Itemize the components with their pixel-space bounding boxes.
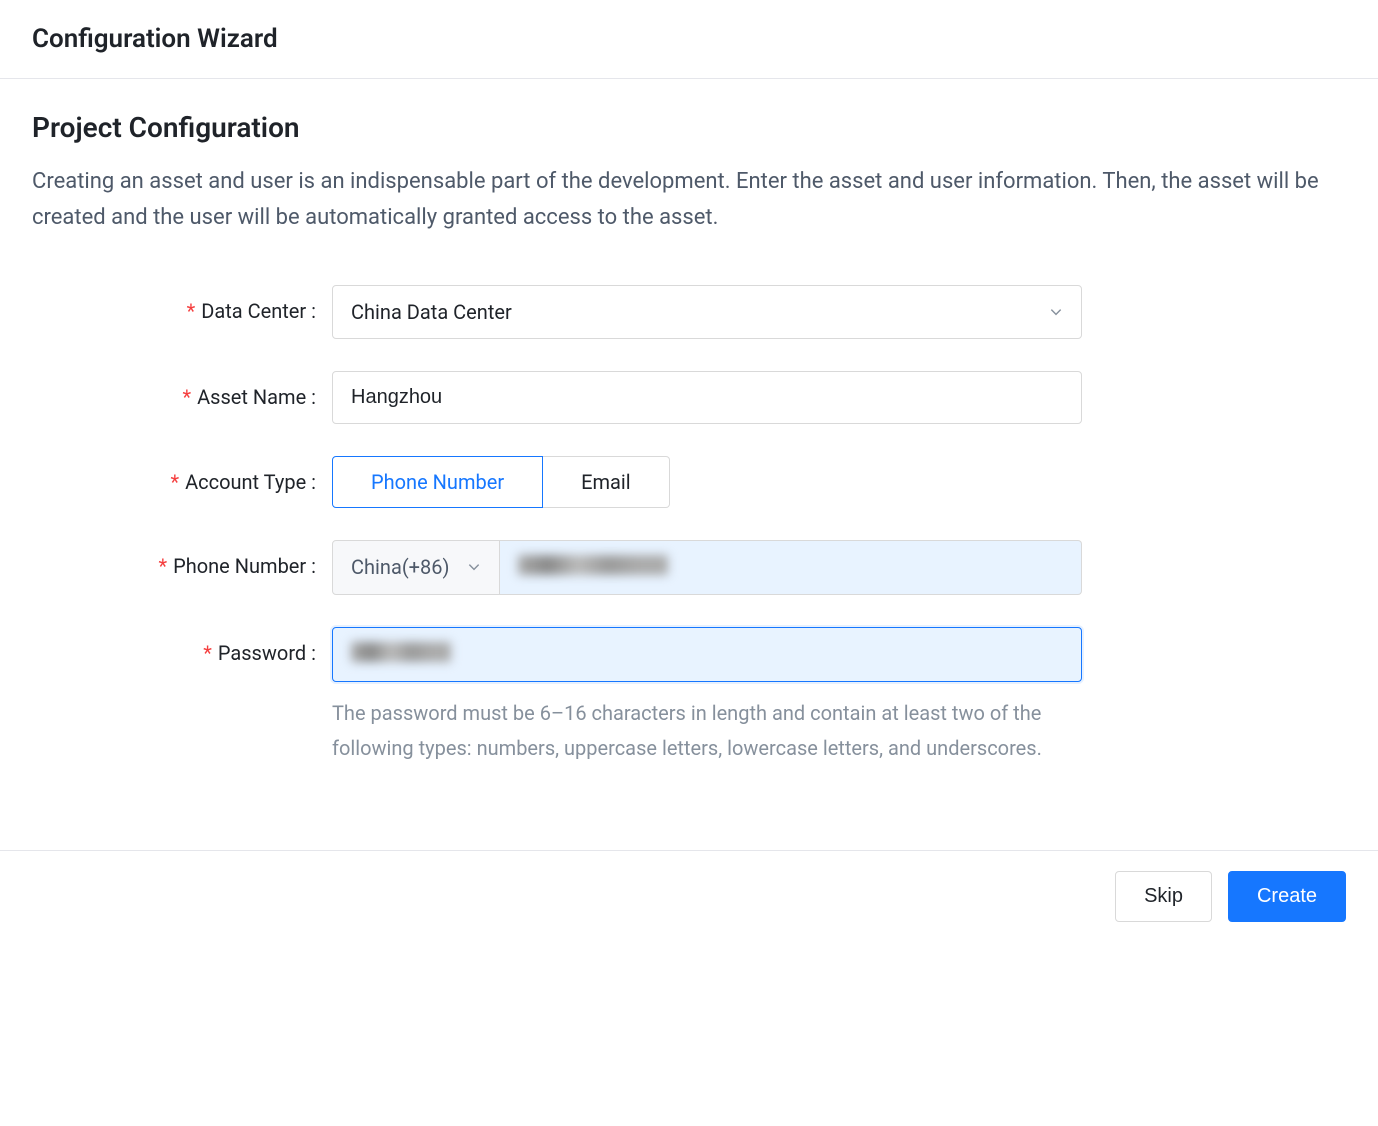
- chevron-down-icon: [467, 560, 481, 574]
- wizard-main: Project Configuration Creating an asset …: [0, 79, 1378, 830]
- phone-number-row: *Phone Number : China(+86): [32, 540, 1346, 595]
- create-button[interactable]: Create: [1228, 871, 1346, 922]
- wizard-footer: Skip Create: [0, 850, 1378, 942]
- country-code-select[interactable]: China(+86): [332, 540, 500, 595]
- wizard-title: Configuration Wizard: [32, 24, 1346, 54]
- required-mark: *: [187, 299, 196, 323]
- country-code-value: China(+86): [351, 555, 449, 579]
- required-mark: *: [182, 385, 191, 409]
- section-title: Project Configuration: [32, 111, 1346, 144]
- data-center-select[interactable]: China Data Center: [332, 285, 1082, 339]
- redacted-phone: [518, 555, 668, 575]
- account-type-label: *Account Type :: [32, 456, 332, 494]
- account-type-group: Phone Number Email: [332, 456, 1082, 508]
- redacted-password: [351, 642, 451, 662]
- asset-name-label: *Asset Name :: [32, 371, 332, 409]
- phone-number-input[interactable]: [500, 540, 1082, 595]
- password-input[interactable]: [332, 627, 1082, 682]
- data-center-label-text: Data Center :: [201, 299, 316, 323]
- asset-name-row: *Asset Name :: [32, 371, 1346, 424]
- asset-name-label-text: Asset Name :: [197, 385, 316, 409]
- wizard-header: Configuration Wizard: [0, 0, 1378, 79]
- chevron-down-icon: [1049, 305, 1063, 319]
- phone-number-label-text: Phone Number :: [173, 554, 316, 578]
- account-type-email[interactable]: Email: [543, 456, 670, 508]
- phone-group: China(+86): [332, 540, 1082, 595]
- data-center-value: China Data Center: [351, 300, 1049, 324]
- data-center-row: *Data Center : China Data Center: [32, 285, 1346, 339]
- data-center-label: *Data Center :: [32, 285, 332, 323]
- asset-name-input[interactable]: [332, 371, 1082, 424]
- skip-button[interactable]: Skip: [1115, 871, 1212, 922]
- account-type-label-text: Account Type :: [185, 470, 316, 494]
- password-row: *Password : The password must be 6–16 ch…: [32, 627, 1346, 766]
- account-type-phone[interactable]: Phone Number: [332, 456, 543, 508]
- required-mark: *: [203, 641, 212, 665]
- password-label-text: Password :: [218, 641, 316, 665]
- section-description: Creating an asset and user is an indispe…: [32, 164, 1346, 237]
- password-label: *Password :: [32, 627, 332, 665]
- required-mark: *: [158, 554, 167, 578]
- password-help-text: The password must be 6–16 characters in …: [332, 696, 1082, 766]
- phone-number-label: *Phone Number :: [32, 540, 332, 578]
- required-mark: *: [170, 470, 179, 494]
- account-type-row: *Account Type : Phone Number Email: [32, 456, 1346, 508]
